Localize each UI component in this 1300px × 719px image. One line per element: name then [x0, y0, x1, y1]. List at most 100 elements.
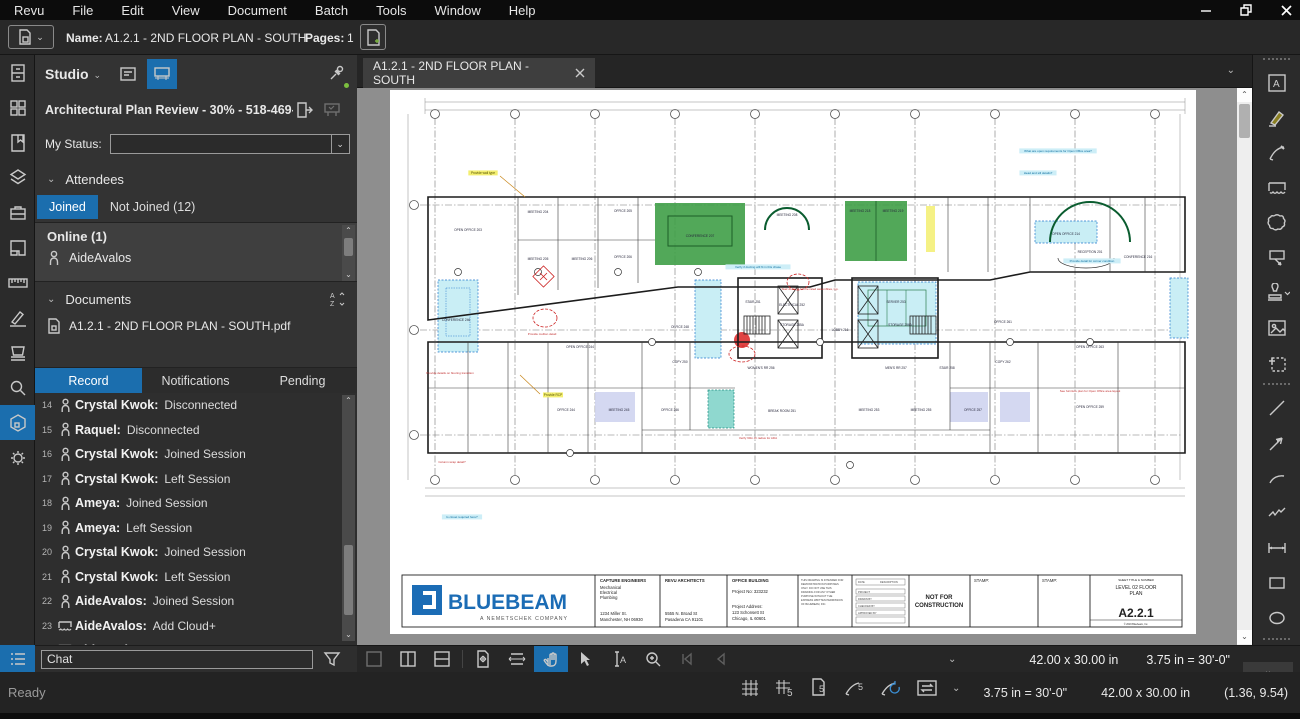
- record-row[interactable]: 14 Crystal Kwok: Disconnected: [35, 393, 357, 418]
- reuse-tool-icon[interactable]: [880, 678, 902, 698]
- status-scale[interactable]: 3.75 in = 30'-0": [983, 686, 1067, 700]
- panel-studio[interactable]: [0, 405, 35, 440]
- markup-list-toggle[interactable]: [0, 645, 35, 672]
- tool-rectangle[interactable]: [1253, 565, 1300, 600]
- record-row[interactable]: 23 AideAvalos: Add Cloud+: [35, 614, 357, 639]
- tool-highlight[interactable]: [1253, 100, 1300, 135]
- panel-spaces[interactable]: [0, 230, 35, 265]
- record-row[interactable]: 17 Crystal Kwok: Left Session: [35, 467, 357, 492]
- insert-page-button[interactable]: [360, 24, 386, 50]
- select-tool-button[interactable]: [568, 646, 602, 672]
- sort-az-icon[interactable]: AZ: [329, 291, 345, 307]
- menu-revu[interactable]: Revu: [0, 3, 58, 18]
- record-row[interactable]: 19 Ameya: Left Session: [35, 516, 357, 541]
- record-row[interactable]: 15 Raquel: Disconnected: [35, 418, 357, 443]
- online-user-row[interactable]: AideAvalos: [47, 250, 357, 266]
- panel-markup-summary[interactable]: [0, 300, 35, 335]
- panel-bookmarks[interactable]: [0, 125, 35, 160]
- panel-thumbnails[interactable]: [0, 90, 35, 125]
- document-tab[interactable]: A1.2.1 - 2ND FLOOR PLAN - SOUTH: [363, 58, 595, 88]
- finish-session-icon[interactable]: [323, 102, 341, 118]
- tab-close-icon[interactable]: [574, 67, 585, 79]
- panel-measurements[interactable]: [0, 265, 35, 300]
- menu-file[interactable]: File: [58, 3, 107, 18]
- tool-arc[interactable]: [1253, 460, 1300, 495]
- next-view-button[interactable]: [704, 646, 738, 672]
- tool-arrow[interactable]: [1253, 425, 1300, 460]
- tool-polyline[interactable]: [1253, 495, 1300, 530]
- filter-icon[interactable]: [323, 650, 341, 668]
- menu-help[interactable]: Help: [495, 3, 550, 18]
- tool-snapshot[interactable]: [1253, 345, 1300, 380]
- tab-notifications[interactable]: Notifications: [142, 368, 249, 393]
- panel-layers[interactable]: [0, 160, 35, 195]
- grid-icon[interactable]: [740, 678, 760, 698]
- record-row[interactable]: 24 AideAvalos:: [35, 638, 357, 645]
- online-scrollbar[interactable]: ⌃ ⌄: [342, 225, 355, 281]
- split-horizontal-button[interactable]: [425, 646, 459, 672]
- previous-view-button[interactable]: [670, 646, 704, 672]
- studio-session-button[interactable]: [147, 59, 177, 89]
- drawing-canvas[interactable]: OPEN OFFICE 203MEETING 204MEETING 205MEE…: [357, 88, 1237, 645]
- tool-dimension[interactable]: [1253, 530, 1300, 565]
- tab-pending[interactable]: Pending: [249, 368, 356, 393]
- select-text-button[interactable]: A: [602, 646, 636, 672]
- my-status-chevron[interactable]: ⌄: [331, 135, 349, 153]
- tab-not-joined[interactable]: Not Joined (12): [98, 195, 207, 219]
- tool-callout[interactable]: [1253, 240, 1300, 275]
- restore-icon[interactable]: [1239, 3, 1253, 17]
- pan-tool-button[interactable]: [534, 646, 568, 672]
- tab-record[interactable]: Record: [35, 368, 142, 393]
- record-row[interactable]: 21 Crystal Kwok: Left Session: [35, 565, 357, 590]
- single-page-view-button[interactable]: [357, 646, 391, 672]
- panel-file-access[interactable]: [0, 55, 35, 90]
- attendees-collapse-chevron[interactable]: ⌄: [47, 174, 55, 185]
- fit-width-button[interactable]: [500, 646, 534, 672]
- record-row[interactable]: 20 Crystal Kwok: Joined Session: [35, 540, 357, 565]
- scroll-thumb[interactable]: [1239, 104, 1250, 138]
- minimize-icon[interactable]: [1199, 3, 1213, 17]
- menu-document[interactable]: Document: [214, 3, 301, 18]
- chat-input[interactable]: [41, 650, 313, 669]
- tool-line[interactable]: [1253, 390, 1300, 425]
- record-row[interactable]: 18 Ameya: Joined Session: [35, 491, 357, 516]
- leave-session-icon[interactable]: [295, 101, 313, 119]
- panel-settings[interactable]: [0, 440, 35, 475]
- panel-search[interactable]: [0, 370, 35, 405]
- documents-collapse-chevron[interactable]: ⌄: [47, 294, 55, 305]
- tab-list-chevron[interactable]: ⌄: [1227, 65, 1235, 76]
- reuse-page-icon[interactable]: 5: [810, 678, 830, 698]
- my-status-dropdown[interactable]: ⌄: [110, 134, 350, 154]
- studio-notifications-button[interactable]: [113, 59, 143, 89]
- tool-image[interactable]: [1253, 310, 1300, 345]
- panel-tool-chest[interactable]: [0, 195, 35, 230]
- record-scrollbar[interactable]: ⌃ ⌄: [342, 395, 355, 641]
- snap-to-grid-icon[interactable]: 5: [774, 678, 796, 698]
- menu-edit[interactable]: Edit: [107, 3, 157, 18]
- document-list-item[interactable]: A1.2.1 - 2ND FLOOR PLAN - SOUTH.pdf: [35, 313, 357, 339]
- panel-sets[interactable]: [0, 335, 35, 370]
- fit-page-button[interactable]: [466, 646, 500, 672]
- canvas-vertical-scrollbar[interactable]: ⌃ ⌄: [1237, 88, 1252, 645]
- menu-batch[interactable]: Batch: [301, 3, 362, 18]
- record-row[interactable]: 16 Crystal Kwok: Joined Session: [35, 442, 357, 467]
- page-setup-dropdown[interactable]: ⌄: [8, 25, 54, 49]
- split-vertical-button[interactable]: [391, 646, 425, 672]
- close-icon[interactable]: [1279, 3, 1294, 18]
- zoom-tool-button[interactable]: [636, 646, 670, 672]
- menu-window[interactable]: Window: [421, 3, 495, 18]
- scroll-up-arrow[interactable]: ⌃: [1237, 88, 1252, 102]
- connection-status-button[interactable]: [327, 63, 347, 88]
- toolbar-more-chevron[interactable]: ⌄: [948, 654, 956, 665]
- tool-pen[interactable]: [1253, 135, 1300, 170]
- scroll-down-arrow[interactable]: ⌄: [1237, 630, 1252, 644]
- tab-joined[interactable]: Joined: [37, 195, 98, 219]
- tool-stamp[interactable]: [1253, 275, 1300, 310]
- tool-ellipse[interactable]: [1253, 600, 1300, 635]
- tool-cloud[interactable]: [1253, 170, 1300, 205]
- sync-views-icon[interactable]: [916, 678, 938, 698]
- reuse-markup-icon[interactable]: 5: [844, 678, 866, 698]
- tool-text-box[interactable]: A: [1253, 65, 1300, 100]
- record-row[interactable]: 22 AideAvalos: Joined Session: [35, 589, 357, 614]
- studio-dropdown-chevron[interactable]: ⌄: [94, 70, 102, 81]
